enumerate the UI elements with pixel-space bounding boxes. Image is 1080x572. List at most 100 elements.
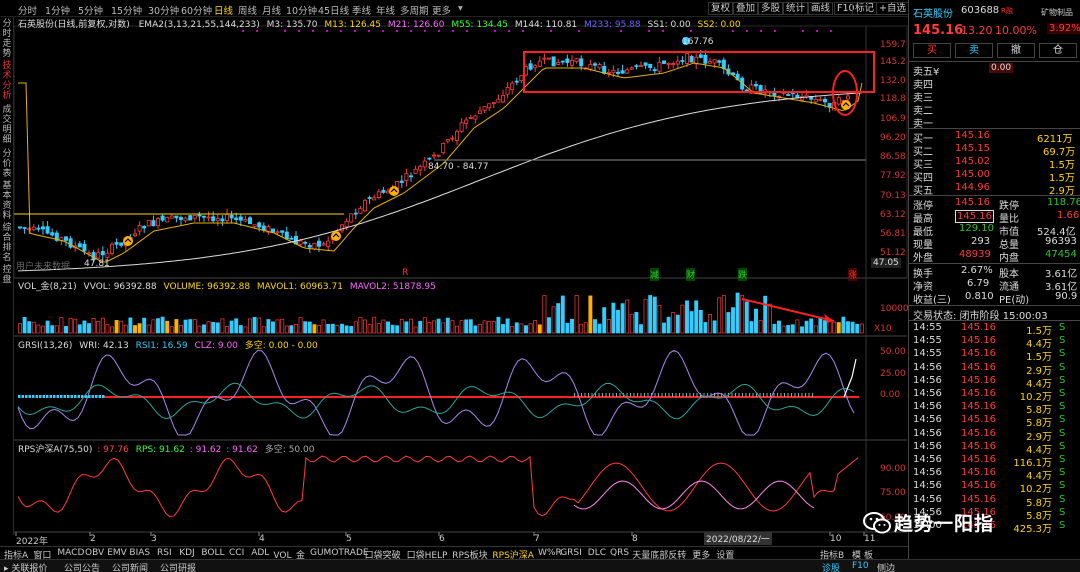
news-tab[interactable]: 公司新闻: [112, 561, 148, 572]
period-more[interactable]: 更多: [432, 3, 451, 17]
indicator-tab[interactable]: QRS: [610, 548, 629, 558]
sell-button[interactable]: 卖: [955, 43, 993, 58]
fuquan-button[interactable]: 复权: [708, 2, 734, 15]
candle-body: [137, 225, 142, 232]
period-year[interactable]: 年线: [376, 3, 395, 17]
event-jian[interactable]: 减: [650, 268, 660, 281]
period-fenshi[interactable]: 分时: [18, 3, 37, 17]
volume-bar: [390, 324, 395, 334]
volume-bar: [211, 321, 216, 334]
candle-body: [146, 219, 151, 227]
industry-label[interactable]: 矿物制品: [1041, 7, 1073, 18]
volume-bar: [289, 325, 294, 334]
volume-bar: [413, 326, 418, 334]
chevron-down-icon[interactable]: ▾: [458, 3, 463, 14]
buy-button[interactable]: 买: [913, 43, 951, 58]
price-tick: 56.81: [880, 229, 906, 239]
indicator-tab[interactable]: RSI: [157, 548, 172, 558]
sidebar-tab[interactable]: 侧边: [877, 561, 895, 572]
period-30min[interactable]: 30分钟: [148, 3, 179, 17]
signal-dot: [494, 30, 496, 32]
volume-bar: [579, 323, 584, 334]
grsi-bar: [672, 393, 673, 397]
indicator-tab[interactable]: KDJ: [179, 548, 195, 558]
multi-stock-button[interactable]: 多股: [758, 2, 784, 15]
candle-body: [234, 217, 239, 221]
candle-body: [514, 80, 519, 83]
signal-dot: [550, 30, 552, 32]
tick-direction: S: [1059, 414, 1066, 426]
period-multi[interactable]: 多周期: [400, 3, 429, 17]
stat-value: 145.16: [955, 197, 990, 208]
vtab-technical[interactable]: 技术分析: [1, 61, 13, 101]
vtab-detail[interactable]: 成交明细: [1, 105, 13, 145]
diagnose-tab[interactable]: 诊股: [822, 561, 840, 572]
volume-bar: [542, 295, 547, 334]
period-45day[interactable]: 45日线: [318, 3, 349, 17]
vtab-control[interactable]: 控盘: [1, 265, 13, 285]
signal-dot: [816, 30, 818, 32]
draw-button[interactable]: 画线: [808, 2, 834, 15]
grsi-bar: [752, 393, 754, 397]
volume-bar: [266, 319, 271, 334]
app-window: 分时 1分钟 5分钟 15分钟 30分钟 60分钟 日线 周线 月线 10分钟 …: [0, 0, 1080, 572]
mark-button[interactable]: 标记: [852, 2, 878, 15]
chart-title: 石英股份(日线,前复权,对数): [18, 20, 130, 30]
period-daily[interactable]: 日线: [214, 3, 233, 17]
position-button[interactable]: 仓: [1039, 43, 1077, 58]
stats-button[interactable]: 统计: [783, 2, 809, 15]
add-watchlist-button[interactable]: +自选: [876, 2, 909, 15]
indicator-tab[interactable]: CCI: [229, 548, 244, 558]
volume-bar: [662, 322, 666, 334]
period-quarter[interactable]: 季线: [352, 3, 371, 17]
candle-body: [68, 238, 73, 248]
period-weekly[interactable]: 周线: [238, 3, 257, 17]
period-60min[interactable]: 60分钟: [181, 3, 212, 17]
grsi-bar: [25, 395, 28, 398]
signal-dot: [648, 30, 650, 32]
f10-tab[interactable]: F10: [852, 561, 869, 571]
m55-value: M55: 134.45: [451, 20, 508, 30]
cancel-order-button[interactable]: 撤: [997, 43, 1035, 58]
volume-bar: [855, 323, 860, 334]
indicator-tab[interactable]: EMV: [107, 548, 127, 558]
chart-area[interactable]: 石英股份(日线,前复权,对数) EMA2(3,13,21,55,144,233)…: [14, 17, 909, 547]
indicator-tab[interactable]: GRSI: [560, 548, 582, 558]
signal-dot: [690, 30, 692, 32]
period-5min[interactable]: 5分钟: [78, 3, 103, 17]
event-die[interactable]: 跌: [738, 268, 748, 281]
overlay-button[interactable]: 叠加: [733, 2, 759, 15]
candle-body: [565, 58, 570, 63]
indicator-tab[interactable]: GUMOTRADE: [310, 548, 369, 558]
price-tick: 77.92: [880, 171, 906, 181]
grsi-tail: [843, 358, 857, 398]
announcement-tab[interactable]: 公司公告: [64, 561, 100, 572]
candle-body: [64, 236, 69, 241]
indicator-tab[interactable]: BOLL: [201, 548, 224, 558]
volume-bar: [846, 321, 850, 334]
period-15min[interactable]: 15分钟: [111, 3, 142, 17]
tick-direction: S: [1059, 467, 1066, 479]
candle-body: [183, 217, 188, 222]
research-tab[interactable]: 公司研报: [160, 561, 196, 572]
vtab-price-table[interactable]: 分价表: [1, 149, 13, 179]
indicator-tab[interactable]: BIAS: [129, 548, 150, 558]
period-10min[interactable]: 10分钟: [286, 3, 317, 17]
date-tick: 10: [830, 534, 842, 544]
event-zhang[interactable]: 涨: [848, 268, 858, 281]
stat-label: PE(动): [999, 295, 1030, 306]
volume-bar: [330, 323, 335, 334]
vtab-fenshi[interactable]: 分时走势: [1, 19, 13, 59]
period-monthly[interactable]: 月线: [262, 3, 281, 17]
indicator-tab[interactable]: MACD: [57, 548, 84, 558]
indicator-tab[interactable]: W%R: [538, 548, 562, 558]
related-quote-tab[interactable]: ▸ 关联报价: [4, 561, 47, 572]
indicator-tab[interactable]: DLC: [588, 548, 606, 558]
period-1min[interactable]: 1分钟: [45, 3, 70, 17]
vtab-basic-info[interactable]: 基本资料: [1, 181, 13, 221]
event-cai[interactable]: 财: [686, 268, 696, 281]
vtab-rank[interactable]: 综合排名: [1, 223, 13, 263]
indicator-tab[interactable]: ADL: [251, 548, 269, 558]
volume-bar: [859, 323, 864, 334]
indicator-tab[interactable]: OBV: [85, 548, 104, 558]
